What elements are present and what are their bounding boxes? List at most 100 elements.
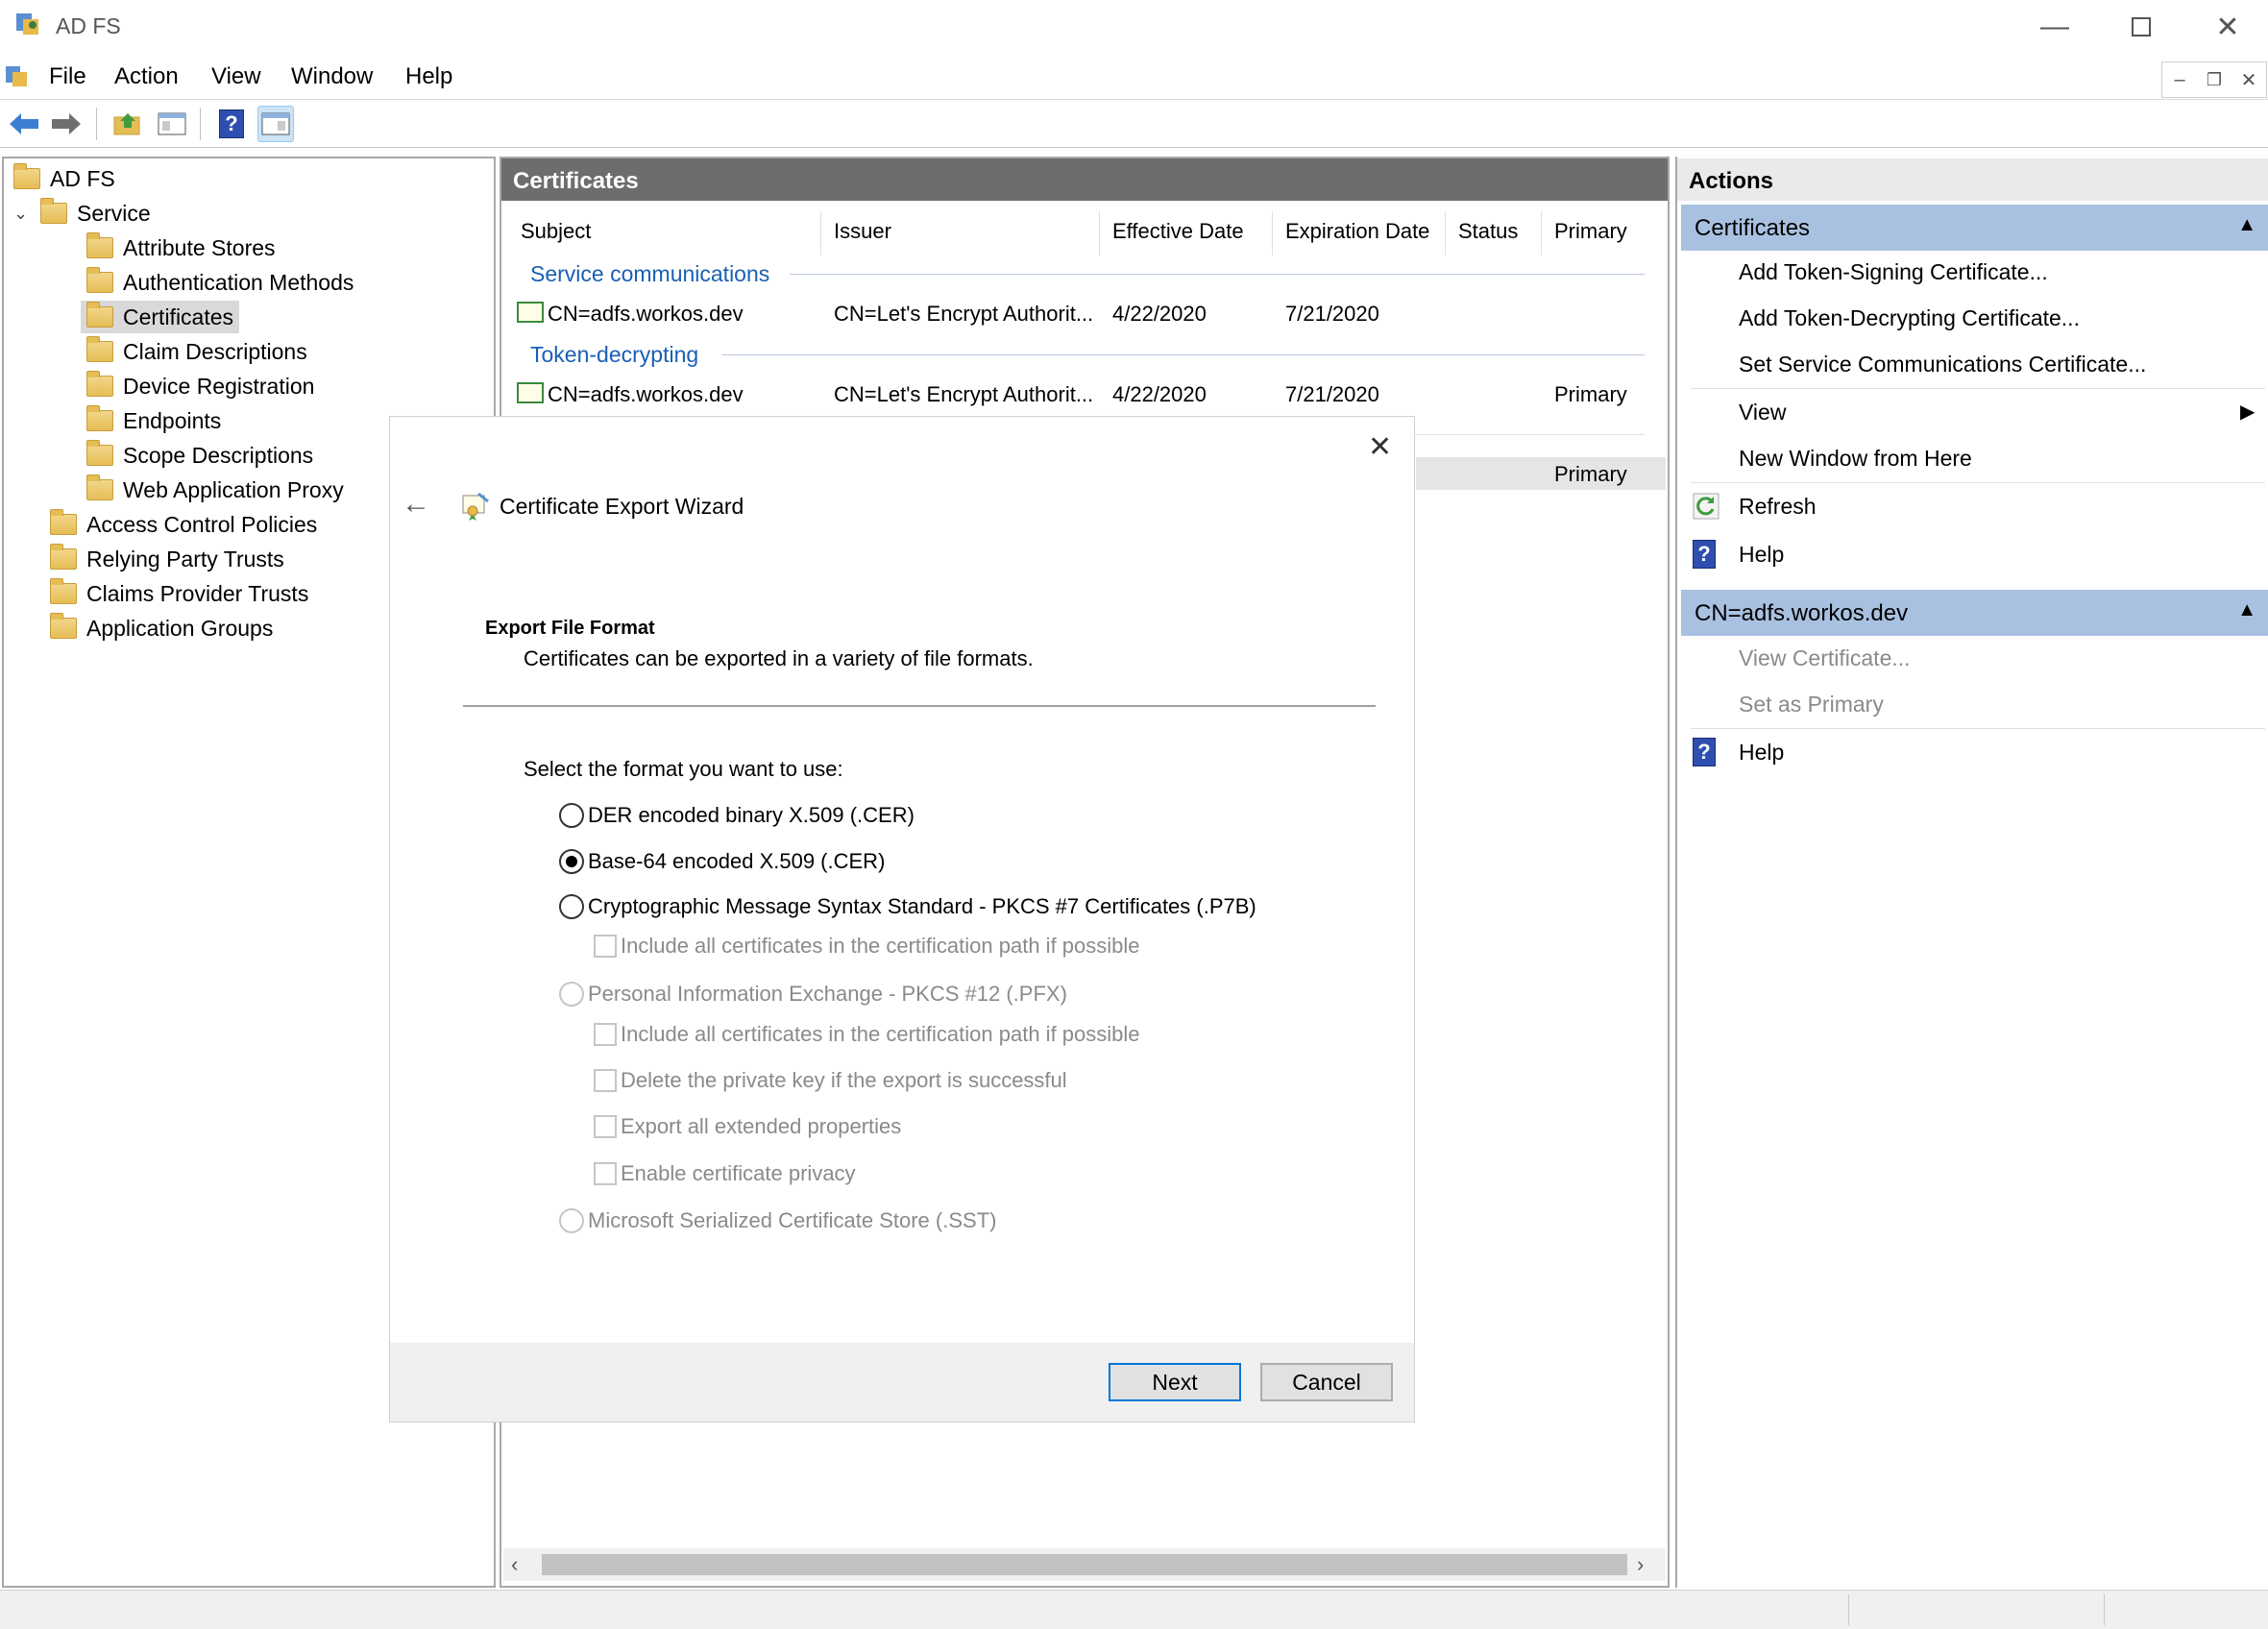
tree-item-claim-descriptions[interactable]: Claim Descriptions xyxy=(86,335,307,368)
certificate-icon xyxy=(517,382,544,403)
table-row[interactable]: CN=adfs.workos.dev CN=Let's Encrypt Auth… xyxy=(513,377,1646,411)
radio-pfx[interactable]: Personal Information Exchange - PKCS #12… xyxy=(559,982,1067,1007)
mdi-minimize-icon[interactable]: – xyxy=(2162,62,2197,97)
tree-item-claims-provider-trusts[interactable]: Claims Provider Trusts xyxy=(50,577,308,610)
checkbox[interactable] xyxy=(594,1023,617,1046)
checkbox-pfx-privacy[interactable]: Enable certificate privacy xyxy=(594,1161,856,1186)
cancel-button[interactable]: Cancel xyxy=(1260,1363,1393,1401)
show-hide-action-pane-icon[interactable] xyxy=(257,106,294,142)
tree-item-web-application-proxy[interactable]: Web Application Proxy xyxy=(86,474,344,506)
table-row[interactable]: CN=adfs.workos.dev CN=Let's Encrypt Auth… xyxy=(513,296,1646,330)
action-new-window-from-here[interactable]: New Window from Here xyxy=(1739,446,1972,472)
checkbox-pfx-include[interactable]: Include all certificates in the certific… xyxy=(594,1022,1140,1047)
tree-item-access-control-policies[interactable]: Access Control Policies xyxy=(50,508,317,541)
row-divider xyxy=(1414,434,1645,435)
tree-label: Claim Descriptions xyxy=(123,338,307,364)
action-help[interactable]: Help xyxy=(1739,542,1784,568)
certificate-icon xyxy=(517,302,544,323)
minimize-button[interactable]: — xyxy=(2012,0,2098,54)
actions-title: Actions xyxy=(1677,158,2268,201)
action-view[interactable]: View xyxy=(1739,400,1786,425)
checkbox[interactable] xyxy=(594,935,617,958)
radio-pkcs7[interactable]: Cryptographic Message Syntax Standard - … xyxy=(559,894,1256,919)
back-arrow-icon[interactable]: ← xyxy=(402,488,430,521)
menu-help[interactable]: Help xyxy=(405,63,452,90)
cell-subject: CN=adfs.workos.dev xyxy=(548,302,744,326)
column-header-issuer[interactable]: Issuer xyxy=(834,219,891,244)
help-icon: ? xyxy=(1693,738,1716,766)
menu-view[interactable]: View xyxy=(211,63,261,90)
wizard-title: Certificate Export Wizard xyxy=(500,494,744,519)
radio-button[interactable] xyxy=(559,803,584,828)
column-header-primary[interactable]: Primary xyxy=(1554,219,1627,244)
radio-sst[interactable]: Microsoft Serialized Certificate Store (… xyxy=(559,1208,996,1233)
up-folder-icon[interactable] xyxy=(110,106,146,142)
group-header[interactable]: Token-decrypting xyxy=(530,342,698,368)
action-add-token-signing-certificate[interactable]: Add Token-Signing Certificate... xyxy=(1739,259,2048,285)
action-set-service-communications-certificate[interactable]: Set Service Communications Certificate..… xyxy=(1739,352,2146,377)
radio-der[interactable]: DER encoded binary X.509 (.CER) xyxy=(559,803,915,828)
collapse-icon[interactable]: ▲ xyxy=(2237,214,2256,236)
column-header-effective-date[interactable]: Effective Date xyxy=(1112,219,1244,244)
close-button[interactable]: ✕ xyxy=(2184,0,2268,54)
tree-item-device-registration[interactable]: Device Registration xyxy=(86,370,314,402)
next-button[interactable]: Next xyxy=(1109,1363,1241,1401)
checkbox-pfx-export-properties[interactable]: Export all extended properties xyxy=(594,1114,901,1139)
tree-item-authentication-methods[interactable]: Authentication Methods xyxy=(86,266,354,299)
actions-section-certificates[interactable]: Certificates ▲ xyxy=(1681,205,2268,251)
menu-window[interactable]: Window xyxy=(291,63,373,90)
action-set-as-primary[interactable]: Set as Primary xyxy=(1739,692,1884,717)
radio-button-selected[interactable] xyxy=(559,849,584,874)
maximize-button[interactable] xyxy=(2098,0,2184,54)
tree-item-service[interactable]: ⌄ Service xyxy=(13,197,151,230)
collapse-icon[interactable]: ▲ xyxy=(2237,599,2256,621)
checkbox[interactable] xyxy=(594,1069,617,1092)
actions-section-cn-adfs[interactable]: CN=adfs.workos.dev ▲ xyxy=(1681,590,2268,636)
chevron-down-icon[interactable]: ⌄ xyxy=(13,204,40,224)
close-icon[interactable]: ✕ xyxy=(1368,430,1392,464)
checkbox[interactable] xyxy=(594,1162,617,1185)
menu-file[interactable]: File xyxy=(49,63,86,90)
table-row-selected[interactable]: Primary xyxy=(1416,457,1666,490)
tree-item-ad-fs[interactable]: AD FS xyxy=(13,162,115,195)
forward-icon[interactable] xyxy=(48,106,85,142)
radio-label: Microsoft Serialized Certificate Store (… xyxy=(588,1208,997,1232)
tree-item-application-groups[interactable]: Application Groups xyxy=(50,612,273,644)
horizontal-scrollbar[interactable]: ‹ › xyxy=(503,1548,1666,1581)
radio-button[interactable] xyxy=(559,894,584,919)
help-icon[interactable]: ? xyxy=(213,106,250,142)
radio-label: Cryptographic Message Syntax Standard - … xyxy=(588,894,1256,918)
action-refresh[interactable]: Refresh xyxy=(1739,494,1817,520)
mdi-restore-icon[interactable]: ❐ xyxy=(2197,62,2231,97)
checkbox-pkcs7-include[interactable]: Include all certificates in the certific… xyxy=(594,934,1140,959)
tree-item-relying-party-trusts[interactable]: Relying Party Trusts xyxy=(50,543,284,575)
column-separator xyxy=(1099,211,1100,255)
radio-button[interactable] xyxy=(559,1208,584,1233)
column-header-status[interactable]: Status xyxy=(1458,219,1518,244)
tree-item-endpoints[interactable]: Endpoints xyxy=(86,404,221,437)
checkbox-pfx-delete-key[interactable]: Delete the private key if the export is … xyxy=(594,1068,1067,1093)
folder-icon xyxy=(50,578,77,604)
back-icon[interactable] xyxy=(6,106,42,142)
show-hide-console-tree-icon[interactable] xyxy=(154,106,190,142)
action-add-token-decrypting-certificate[interactable]: Add Token-Decrypting Certificate... xyxy=(1739,305,2080,331)
scroll-right-icon[interactable]: › xyxy=(1637,1552,1644,1577)
radio-base64[interactable]: Base-64 encoded X.509 (.CER) xyxy=(559,849,885,874)
column-header-subject[interactable]: Subject xyxy=(521,219,591,244)
tree-item-scope-descriptions[interactable]: Scope Descriptions xyxy=(86,439,313,472)
column-separator xyxy=(1272,211,1273,255)
column-header-expiration-date[interactable]: Expiration Date xyxy=(1285,219,1429,244)
action-help-2[interactable]: Help xyxy=(1739,740,1784,766)
tree-item-attribute-stores[interactable]: Attribute Stores xyxy=(86,231,276,264)
tree-item-certificates[interactable]: Certificates xyxy=(81,301,240,333)
radio-button[interactable] xyxy=(559,982,584,1007)
scrollbar-thumb[interactable] xyxy=(542,1554,1627,1575)
folder-icon xyxy=(86,405,113,431)
scroll-left-icon[interactable]: ‹ xyxy=(511,1552,518,1577)
mdi-close-icon[interactable]: ✕ xyxy=(2231,62,2266,97)
checkbox[interactable] xyxy=(594,1115,617,1138)
group-header[interactable]: Service communications xyxy=(530,261,769,287)
section-label: CN=adfs.workos.dev xyxy=(1695,600,1909,626)
action-view-certificate[interactable]: View Certificate... xyxy=(1739,645,1911,671)
menu-action[interactable]: Action xyxy=(114,63,179,90)
